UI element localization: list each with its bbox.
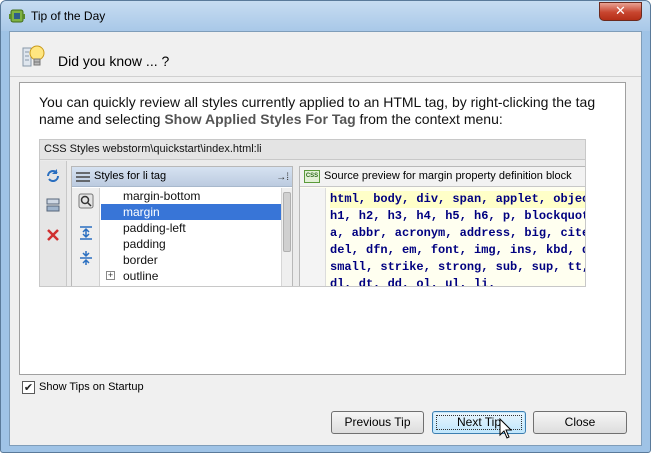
pin-icon: →⁞ xyxy=(276,172,289,183)
style-label: outline xyxy=(123,269,159,283)
styles-scrollbar[interactable] xyxy=(281,188,292,286)
dialog-header: Did you know ... ? xyxy=(10,32,641,77)
style-label: border xyxy=(123,253,158,267)
style-label: margin-bottom xyxy=(123,189,201,203)
styles-panel-title: Styles for li tag xyxy=(94,170,167,182)
code-line: html, body, div, span, applet, object xyxy=(330,191,585,208)
android-app-icon xyxy=(9,9,25,23)
list-icon xyxy=(76,172,90,182)
tip-panel: You can quickly review all styles curren… xyxy=(19,82,626,375)
style-label: margin xyxy=(123,205,160,219)
list-item[interactable]: padding xyxy=(101,236,281,252)
close-label: Close xyxy=(564,415,596,429)
tip-screenshot: CSS Styles webstorm\quickstart\index.htm… xyxy=(39,139,586,287)
window-title: Tip of the Day xyxy=(31,9,106,23)
code-line: small, strike, strong, sub, sup, tt, xyxy=(330,260,586,274)
css-file-icon: CSS xyxy=(304,170,320,183)
show-tips-label[interactable]: Show Tips on Startup xyxy=(39,381,144,394)
title-bar: Tip of the Day ✕ xyxy=(1,1,650,31)
list-item[interactable]: margin-bottom xyxy=(101,188,281,204)
source-preview-panel: CSS Source preview for margin property d… xyxy=(299,166,586,287)
previous-tip-label: Previous Tip xyxy=(344,415,411,429)
styles-side-toolbar xyxy=(72,188,100,286)
find-icon xyxy=(78,193,94,209)
mouse-cursor-icon xyxy=(499,418,513,439)
list-item[interactable]: + outline xyxy=(101,268,281,284)
code-line: a, abbr, acronym, address, big, cite, xyxy=(330,226,586,240)
tip-text-after: from the context menu: xyxy=(355,111,503,127)
style-label: padding-left xyxy=(123,221,186,235)
collapse-all-icon xyxy=(80,251,92,265)
code-line: h1, h2, h3, h4, h5, h6, p, blockquote xyxy=(330,209,586,223)
tip-action-name: Show Applied Styles For Tag xyxy=(164,111,356,127)
close-button[interactable]: Close xyxy=(533,411,627,434)
dialog-content: Did you know ... ? You can quickly revie… xyxy=(9,31,642,446)
refresh-icon xyxy=(47,169,59,182)
source-preview-title: Source preview for margin property defin… xyxy=(324,170,572,182)
css-styles-tool-title: CSS Styles webstorm\quickstart\index.htm… xyxy=(40,140,585,160)
show-tips-checkbox[interactable]: ✔ xyxy=(22,381,35,394)
close-icon xyxy=(47,229,59,241)
tip-of-the-day-window: Tip of the Day ✕ Did you know ... ? You … xyxy=(0,0,651,453)
editor-gutter xyxy=(300,188,326,286)
styles-panel-header: Styles for li tag →⁞ xyxy=(72,167,292,187)
list-item[interactable]: padding-left xyxy=(101,220,281,236)
code-line: del, dfn, em, font, img, ins, kbd, q, xyxy=(330,243,586,257)
expand-icon[interactable]: + xyxy=(106,271,115,280)
list-item[interactable]: border xyxy=(101,252,281,268)
tool-strip xyxy=(40,161,67,286)
code-line: dl, dt, dd, ol, ul, li, xyxy=(330,277,496,287)
list-item-selected[interactable]: margin xyxy=(101,204,281,220)
expand-all-icon xyxy=(80,226,92,240)
styles-panel: Styles for li tag →⁞ margin-bottom margi… xyxy=(71,166,293,286)
header-title: Did you know ... ? xyxy=(58,53,170,69)
layout-icon xyxy=(46,198,60,212)
source-preview-header: CSS Source preview for margin property d… xyxy=(300,167,585,187)
window-close-button[interactable]: ✕ xyxy=(599,2,642,21)
lightbulb-icon xyxy=(22,45,45,67)
styles-list: margin-bottom margin padding-left paddin… xyxy=(101,188,281,286)
scrollbar-thumb[interactable] xyxy=(283,192,291,252)
style-label: padding xyxy=(123,237,166,251)
previous-tip-button[interactable]: Previous Tip xyxy=(331,411,424,434)
tip-text: You can quickly review all styles curren… xyxy=(39,94,619,128)
